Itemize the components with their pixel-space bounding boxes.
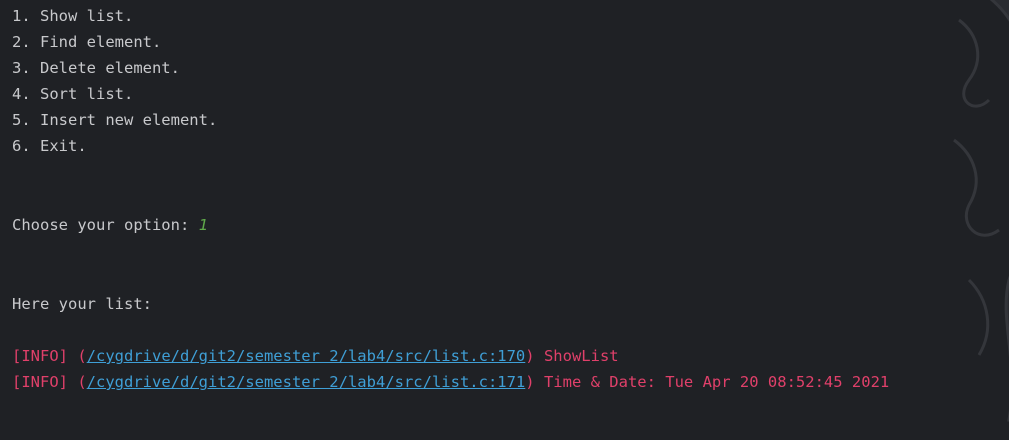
- menu-item-find-element: 2. Find element.: [12, 33, 162, 51]
- log-line: [INFO] (/cygdrive/d/git2/semester 2/lab4…: [12, 372, 889, 392]
- log-line: [INFO] (/cygdrive/d/git2/semester 2/lab4…: [12, 346, 619, 366]
- log-source-link[interactable]: /cygdrive/d/git2/semester 2/lab4/src/lis…: [87, 347, 526, 365]
- terminal-output: 1. Show list. 2. Find element. 3. Delete…: [12, 6, 1009, 417]
- option-prompt: Choose your option: 1: [12, 215, 208, 235]
- log-message: Time & Date: Tue Apr 20 08:52:45 2021: [534, 373, 890, 391]
- prompt-label: Choose your option:: [12, 216, 199, 234]
- menu-item-show-list: 1. Show list.: [12, 7, 134, 25]
- log-source-link[interactable]: /cygdrive/d/git2/semester 2/lab4/src/lis…: [87, 373, 526, 391]
- list-header: Here your list:: [12, 295, 152, 313]
- log-message: ShowList: [534, 347, 619, 365]
- menu-item-sort-list: 4. Sort list.: [12, 85, 134, 103]
- log-level: [INFO]: [12, 373, 68, 391]
- log-open-paren: (: [68, 373, 87, 391]
- menu-item-exit: 6. Exit.: [12, 137, 87, 155]
- log-open-paren: (: [68, 347, 87, 365]
- menu-item-delete-element: 3. Delete element.: [12, 59, 180, 77]
- log-close-paren: ): [525, 347, 535, 365]
- log-level: [INFO]: [12, 347, 68, 365]
- log-close-paren: ): [525, 373, 535, 391]
- prompt-input-value: 1: [198, 216, 208, 234]
- menu-item-insert-element: 5. Insert new element.: [12, 111, 218, 129]
